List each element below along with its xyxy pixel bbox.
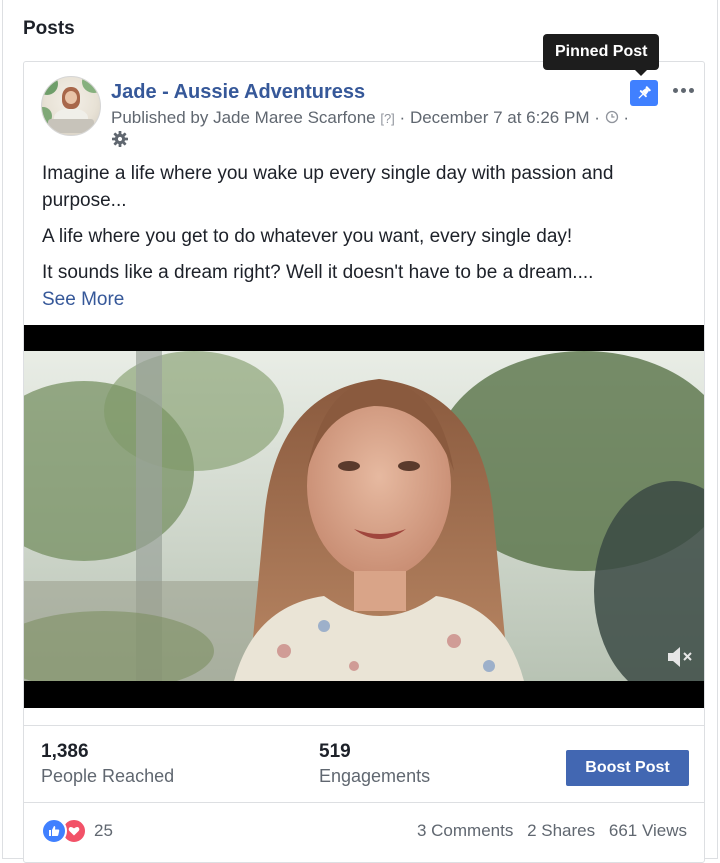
meta-separator: · [399,108,406,127]
more-icon [672,87,678,93]
published-by: Published by Jade Maree Scarfone [111,108,376,127]
engagement-counts: 3 Comments 2 Shares 661 Views [408,821,687,841]
people-reached-label: People Reached [41,766,175,786]
engagements-label: Engagements [319,766,431,786]
divider [24,802,704,803]
post-body: Imagine a life where you wake up every s… [42,160,692,313]
posts-panel: Posts Jade - Aussie Adventuress Publishe… [2,0,718,863]
help-marker[interactable]: [?] [380,111,394,126]
pin-button[interactable] [630,80,658,106]
mute-icon[interactable] [664,642,694,672]
avatar-face [65,91,77,104]
post-card: Jade - Aussie Adventuress Published by J… [23,34,705,863]
reactions-count: 25 [94,821,113,840]
gear-icon[interactable] [110,129,130,149]
shares-count[interactable]: 2 Shares [527,821,595,840]
section-title: Posts [23,18,75,39]
people-reached-value: 1,386 [41,741,89,762]
video-player[interactable] [24,325,704,708]
post-timestamp[interactable]: December 7 at 6:26 PM [410,108,590,127]
meta-separator: · [594,108,600,127]
pinned-post-tooltip: Pinned Post [543,34,660,76]
like-icon [41,818,67,844]
comments-count[interactable]: 3 Comments [417,821,513,840]
clock-icon [605,110,618,124]
more-options-button[interactable] [670,78,696,102]
post-footer: 25 3 Comments 2 Shares 661 Views [24,814,704,850]
views-count[interactable]: 661 Views [609,821,687,840]
engagements-stat[interactable]: 519 Engagements [319,741,430,787]
video-frame [24,351,704,681]
meta-separator: · [623,108,630,127]
engagements-value: 519 [319,741,351,762]
see-more-link[interactable]: See More [42,289,124,310]
avatar-foliage [42,77,58,95]
post-meta: Published by Jade Maree Scarfone [?] · D… [111,108,629,128]
pin-icon [638,86,651,99]
page-avatar[interactable] [41,76,101,136]
avatar-foliage [82,77,100,93]
reactions-summary[interactable]: 25 [41,818,113,844]
avatar-laptop [48,119,94,133]
post-paragraph: Imagine a life where you wake up every s… [42,163,614,211]
divider [24,725,704,726]
people-reached-stat[interactable]: 1,386 People Reached [41,741,174,787]
boost-post-button[interactable]: Boost Post [566,750,689,786]
page-name-link[interactable]: Jade - Aussie Adventuress [111,81,365,104]
video-thumbnail [24,351,704,681]
post-paragraph: It sounds like a dream right? Well it do… [42,262,594,283]
post-paragraph: A life where you get to do whatever you … [42,226,573,247]
